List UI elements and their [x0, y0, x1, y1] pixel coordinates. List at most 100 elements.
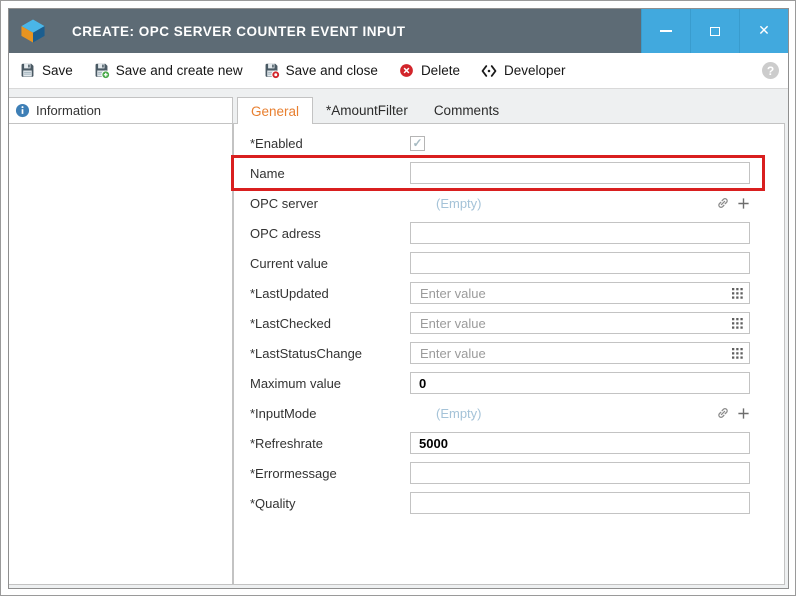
delete-label: Delete: [421, 63, 460, 78]
app-window: CREATE: OPC SERVER COUNTER EVENT INPUT S…: [8, 8, 789, 589]
toolbar: Save Save and create new Save and close Del…: [9, 53, 788, 89]
field-control-lastchecked: [410, 312, 750, 334]
quality-input[interactable]: [410, 492, 750, 514]
maximum-value-input[interactable]: [410, 372, 750, 394]
tab-strip: General*AmountFilterComments: [233, 97, 785, 123]
content-area: Information General*AmountFilterComments…: [9, 89, 788, 588]
current-value-input[interactable]: [410, 252, 750, 274]
save-button[interactable]: Save: [19, 62, 73, 79]
field-label-lastchecked: *LastChecked: [250, 316, 410, 331]
save-label: Save: [42, 63, 73, 78]
lastupdated-picker-grid-icon[interactable]: [732, 288, 743, 299]
developer-button[interactable]: Developer: [480, 62, 566, 80]
laststatuschange-input[interactable]: [411, 343, 732, 363]
window-controls: [641, 9, 788, 53]
field-row-lastupdated: *LastUpdated: [234, 278, 762, 308]
field-row-quality: *Quality: [234, 488, 762, 518]
close-icon: [758, 22, 770, 40]
toolbar-buttons: Save Save and create new Save and close Del…: [19, 62, 566, 80]
save-new-icon: [93, 62, 110, 79]
inputmode-lookup: (Empty): [410, 402, 750, 424]
field-row-maximum-value: Maximum value: [234, 368, 762, 398]
field-label-opc-adress: OPC adress: [250, 226, 410, 241]
opc-server-value[interactable]: (Empty): [436, 196, 482, 211]
field-row-opc-server: OPC server (Empty): [234, 188, 762, 218]
developer-label: Developer: [504, 63, 566, 78]
maximize-button[interactable]: [690, 9, 739, 53]
help-icon[interactable]: [762, 62, 779, 79]
minimize-button[interactable]: [641, 9, 690, 53]
field-row-inputmode: *InputMode (Empty): [234, 398, 762, 428]
lastchecked-input[interactable]: [411, 313, 732, 333]
tab-comments[interactable]: Comments: [421, 97, 512, 123]
field-label-laststatuschange: *LastStatusChange: [250, 346, 410, 361]
maximize-icon: [710, 27, 720, 36]
field-row-lastchecked: *LastChecked: [234, 308, 762, 338]
field-label-current-value: Current value: [250, 256, 410, 271]
save-and-close-button[interactable]: Save and close: [263, 62, 378, 79]
field-row-errormessage: *Errormessage: [234, 458, 762, 488]
field-label-lastupdated: *LastUpdated: [250, 286, 410, 301]
opc-server-link-icon[interactable]: [716, 196, 730, 210]
refreshrate-input[interactable]: [410, 432, 750, 454]
app-logo-icon: [16, 14, 50, 48]
info-icon: [15, 103, 30, 118]
field-label-inputmode: *InputMode: [250, 406, 410, 421]
enabled-checkbox[interactable]: [410, 136, 425, 151]
field-label-opc-server: OPC server: [250, 196, 410, 211]
field-row-current-value: Current value: [234, 248, 762, 278]
titlebar: CREATE: OPC SERVER COUNTER EVENT INPUT: [9, 9, 788, 53]
field-row-opc-adress: OPC adress: [234, 218, 762, 248]
tab-information[interactable]: Information: [9, 98, 232, 124]
field-row-enabled: *Enabled: [234, 128, 762, 158]
save-and-create-new-label: Save and create new: [116, 63, 243, 78]
opc-server-plus-icon[interactable]: [737, 197, 750, 210]
field-row-name: Name: [234, 158, 762, 188]
field-control-opc-adress: [410, 222, 750, 244]
field-control-current-value: [410, 252, 750, 274]
save-icon: [19, 62, 36, 79]
opc-server-lookup: (Empty): [410, 192, 750, 214]
inputmode-plus-icon[interactable]: [737, 407, 750, 420]
main-panel: General*AmountFilterComments *Enabled Nam…: [233, 97, 785, 585]
field-control-opc-server: (Empty): [410, 192, 750, 214]
field-label-refreshrate: *Refreshrate: [250, 436, 410, 451]
field-row-laststatuschange: *LastStatusChange: [234, 338, 762, 368]
save-and-create-new-button[interactable]: Save and create new: [93, 62, 243, 79]
field-control-name: [410, 162, 750, 184]
field-control-refreshrate: [410, 432, 750, 454]
lastupdated-input[interactable]: [411, 283, 732, 303]
tab-amountfilter[interactable]: *AmountFilter: [313, 97, 421, 123]
opc-server-lookup-icons: [716, 196, 750, 210]
tab-general[interactable]: General: [237, 97, 313, 124]
tab-information-label: Information: [36, 103, 101, 118]
field-control-laststatuschange: [410, 342, 750, 364]
name-input[interactable]: [410, 162, 750, 184]
minimize-icon: [660, 30, 672, 32]
inputmode-link-icon[interactable]: [716, 406, 730, 420]
delete-button[interactable]: Delete: [398, 62, 460, 79]
field-control-errormessage: [410, 462, 750, 484]
developer-icon: [480, 62, 498, 80]
inputmode-value[interactable]: (Empty): [436, 406, 482, 421]
left-panel: Information: [9, 97, 233, 585]
inputmode-lookup-icons: [716, 406, 750, 420]
save-and-close-label: Save and close: [286, 63, 378, 78]
screenshot-canvas: CREATE: OPC SERVER COUNTER EVENT INPUT S…: [0, 0, 796, 596]
lastchecked-picker-grid-icon[interactable]: [732, 318, 743, 329]
field-control-enabled: [410, 136, 750, 151]
close-button[interactable]: [739, 9, 788, 53]
laststatuschange-picker-grid-icon[interactable]: [732, 348, 743, 359]
field-control-lastupdated: [410, 282, 750, 304]
window-title: CREATE: OPC SERVER COUNTER EVENT INPUT: [72, 24, 406, 39]
field-row-refreshrate: *Refreshrate: [234, 428, 762, 458]
field-label-name: Name: [250, 166, 410, 181]
field-control-quality: [410, 492, 750, 514]
field-label-enabled: *Enabled: [250, 136, 410, 151]
field-label-quality: *Quality: [250, 496, 410, 511]
field-control-maximum-value: [410, 372, 750, 394]
opc-adress-input[interactable]: [410, 222, 750, 244]
field-label-maximum-value: Maximum value: [250, 376, 410, 391]
errormessage-input[interactable]: [410, 462, 750, 484]
save-close-icon: [263, 62, 280, 79]
